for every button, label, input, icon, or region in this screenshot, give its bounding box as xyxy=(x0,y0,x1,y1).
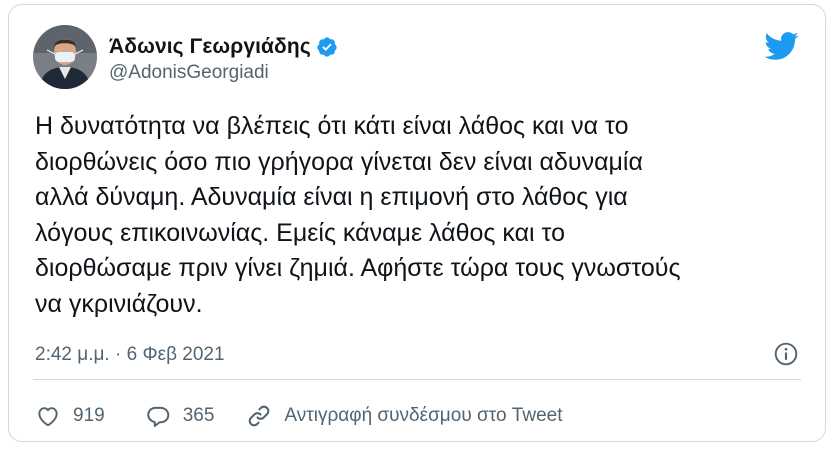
tweet-card: Άδωνις Γεωργιάδης @AdonisGeorgiadi Η δυν… xyxy=(8,4,826,442)
author-handle[interactable]: @AdonisGeorgiadi xyxy=(109,62,269,84)
like-button[interactable]: 919 xyxy=(35,403,105,429)
tweet-text-line: Η δυνατότητα να βλέπεις ότι κάτι είναι λ… xyxy=(35,112,629,140)
copy-link-label: Αντιγραφή συνδέσμου στο Tweet xyxy=(284,405,563,426)
tweet-timestamp[interactable]: 2:42 μ.μ. · 6 Φεβ 2021 xyxy=(35,344,225,366)
tweet-text-line: αλλά δύναμη. Αδυναμία είναι η επιμονή στ… xyxy=(35,183,628,211)
reply-count: 365 xyxy=(182,405,215,426)
heart-icon xyxy=(38,407,58,427)
copy-link-button[interactable]: Αντιγραφή συνδέσμου στο Tweet xyxy=(246,403,563,429)
tweet-actions: 919 365 Αντιγραφή συνδέσμου στο Tweet xyxy=(35,401,563,431)
avatar[interactable] xyxy=(33,25,97,89)
reply-bubble-icon xyxy=(146,406,169,427)
info-icon[interactable] xyxy=(773,341,799,367)
reply-button[interactable]: 365 xyxy=(145,403,215,429)
author-name-row: Άδωνις Γεωργιάδης xyxy=(109,33,338,61)
divider xyxy=(33,379,801,380)
verified-badge-icon xyxy=(316,36,338,58)
tweet-text-line: λόγους επικοινωνίας. Εμείς κάναμε λάθος … xyxy=(35,218,565,247)
tweet-text-line: διορθώσαμε πριν γίνει ζημιά. Αφήστε τώρα… xyxy=(35,254,681,282)
tweet-text-line: διορθώνεις όσο πιο γρήγορα γίνεται δεν ε… xyxy=(35,147,643,176)
link-icon xyxy=(249,405,270,427)
tweet-text-line: να γκρινιάζουν. xyxy=(35,289,203,318)
tweet-text: Η δυνατότητα να βλέπεις ότι κάτι είναι λ… xyxy=(35,109,810,322)
avatar-image xyxy=(33,25,97,89)
like-count: 919 xyxy=(73,405,105,426)
twitter-bird-icon[interactable] xyxy=(763,31,799,61)
display-name[interactable]: Άδωνις Γεωργιάδης xyxy=(109,35,311,59)
